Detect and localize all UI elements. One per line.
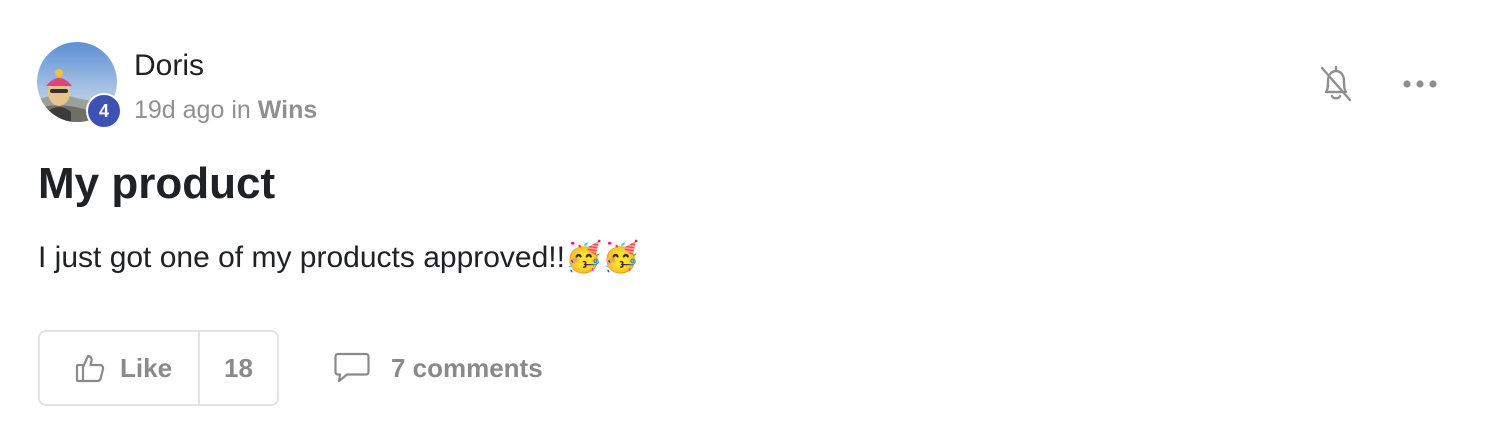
more-horizontal-icon [1403, 80, 1437, 88]
header-actions [1316, 62, 1440, 106]
thumbs-up-icon [75, 354, 105, 383]
like-button[interactable]: Like [40, 332, 201, 404]
level-badge: 4 [86, 93, 122, 129]
notifications-toggle-button[interactable] [1316, 62, 1356, 106]
comments-label: 7 comments [390, 352, 543, 383]
post-actions: Like 18 7 comments [38, 330, 543, 406]
bell-off-icon [1320, 65, 1352, 102]
category-link[interactable]: Wins [258, 96, 318, 124]
post-title[interactable]: My product [38, 158, 275, 210]
comments-button[interactable]: 7 comments [333, 351, 543, 385]
post-card: 4 Doris 19d ago in Wins My product I jus… [0, 0, 1488, 440]
author-name[interactable]: Doris [134, 48, 204, 84]
like-count[interactable]: 18 [200, 332, 277, 404]
post-meta: 19d ago in Wins [134, 94, 317, 126]
like-label: Like [120, 352, 173, 383]
comment-icon [334, 352, 370, 383]
like-group: Like 18 [38, 330, 279, 406]
more-options-button[interactable] [1400, 62, 1440, 106]
post-time: 19d ago [134, 96, 225, 124]
author-avatar-container[interactable]: 4 [37, 42, 122, 129]
post-in-label: in [231, 96, 251, 124]
post-body: I just got one of my products approved!!… [38, 241, 640, 274]
